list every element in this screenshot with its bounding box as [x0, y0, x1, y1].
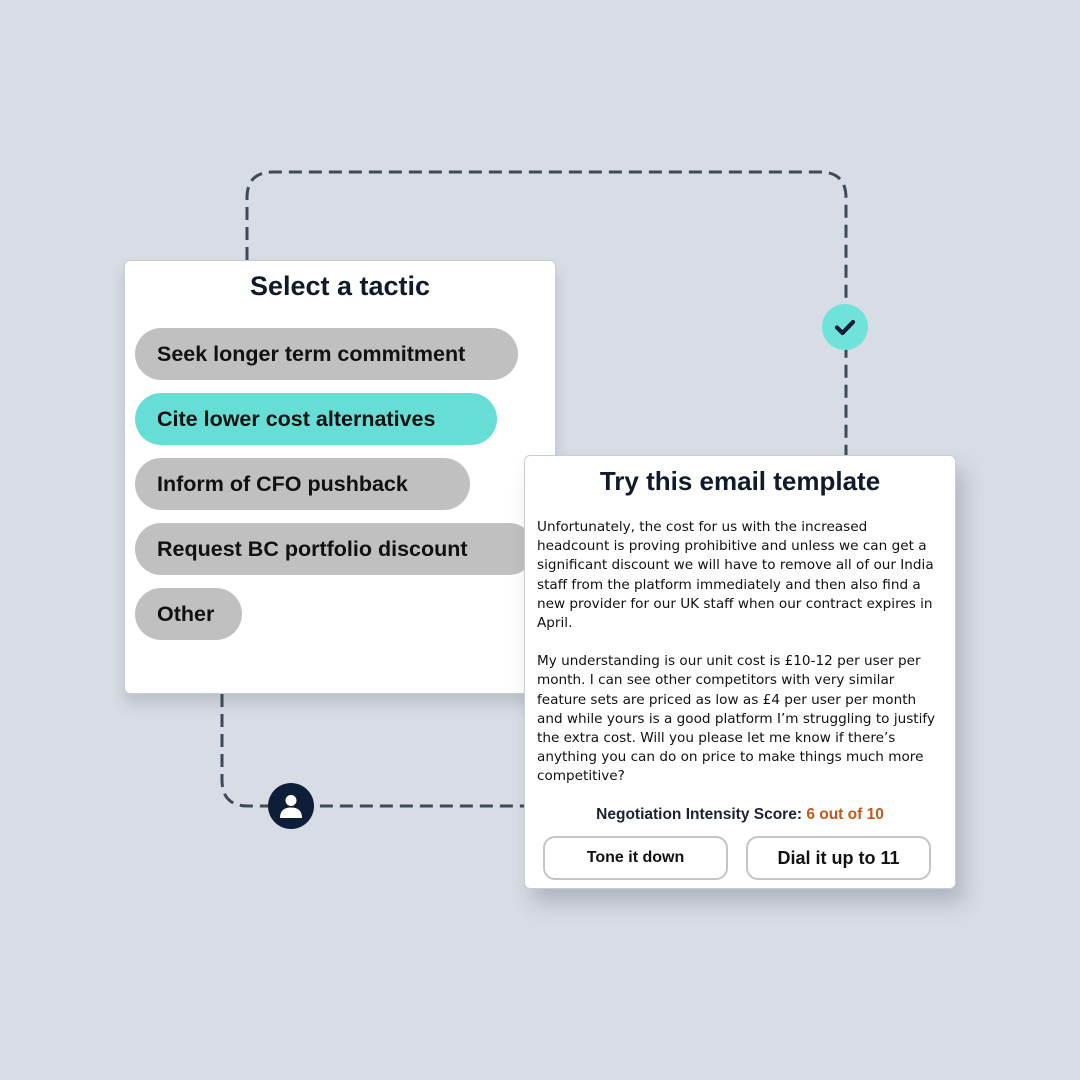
score-label: Negotiation Intensity Score:: [596, 806, 802, 823]
tactic-option-cfo-pushback[interactable]: Inform of CFO pushback: [135, 458, 470, 510]
tactic-option-longer-term[interactable]: Seek longer term commitment: [135, 328, 518, 380]
tactic-option-portfolio-discount[interactable]: Request BC portfolio discount: [135, 523, 535, 575]
tactic-selector-card: Select a tactic Seek longer term commitm…: [124, 260, 556, 694]
email-template-card: Try this email template Unfortunately, t…: [524, 455, 956, 889]
connector-bottom-loop: [220, 694, 524, 808]
tactic-label: Inform of CFO pushback: [157, 471, 408, 496]
email-template-body: Unfortunately, the cost for us with the …: [537, 518, 941, 806]
dial-up-button[interactable]: Dial it up to 11: [746, 836, 931, 880]
tactic-label: Request BC portfolio discount: [157, 536, 468, 561]
user-node: [268, 783, 314, 829]
check-icon: [834, 319, 856, 336]
check-node: [822, 304, 868, 350]
tactic-list: Seek longer term commitment Cite lower c…: [135, 328, 535, 653]
tactic-label: Seek longer term commitment: [157, 341, 466, 366]
email-paragraph: Unfortunately, the cost for us with the …: [537, 519, 934, 632]
tone-down-button[interactable]: Tone it down: [543, 836, 728, 880]
tactic-label: Other: [157, 601, 215, 626]
tactic-option-lower-cost[interactable]: Cite lower cost alternatives: [135, 393, 497, 445]
score-value: 6 out of 10: [806, 806, 884, 823]
intensity-score: Negotiation Intensity Score: 6 out of 10: [525, 806, 955, 824]
email-paragraph: My understanding is our unit cost is £10…: [537, 653, 935, 785]
tactic-option-other[interactable]: Other: [135, 588, 242, 640]
email-panel-title: Try this email template: [599, 466, 881, 496]
tactic-panel-title: Select a tactic: [249, 271, 431, 301]
user-icon: [280, 795, 302, 818]
tactic-label: Cite lower cost alternatives: [157, 406, 436, 431]
